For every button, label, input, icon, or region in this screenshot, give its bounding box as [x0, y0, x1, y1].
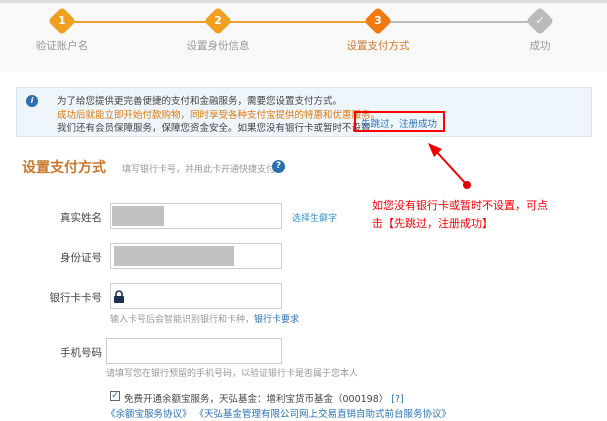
progress-steps: 1 2 3 ✓ 验证账户名 设置身份信息 设置支付方式 成功: [0, 0, 607, 72]
step-2-label: 设置身份信息: [186, 40, 250, 52]
skip-register-link[interactable]: 先跳过，注册成功: [361, 116, 437, 130]
info-line-1: 为了给您提供更完善便捷的支付和金融服务，需要您设置支付方式。: [57, 96, 343, 107]
info-box: i 为了给您提供更完善便捷的支付和金融服务，需要您设置支付方式。 成功后就能立即…: [16, 87, 592, 137]
redacted-value: [112, 206, 164, 226]
tianhong-agreement-link[interactable]: 《天弘基金管理有限公司网上交易直销自助式前台服务协议》: [195, 409, 452, 420]
step-connector: [72, 21, 209, 23]
card-requirements-link[interactable]: 银行卡要求: [254, 315, 299, 325]
step-4-label: 成功: [529, 40, 551, 52]
step-connector: [228, 21, 368, 23]
step-1-badge: 1: [47, 6, 77, 36]
agree-help-link[interactable]: [?]: [391, 394, 403, 405]
step-connector: [388, 21, 530, 23]
id-label: 身份证号: [60, 252, 102, 264]
section-title: 设置支付方式: [22, 160, 106, 176]
check-icon: ✓: [535, 14, 545, 27]
phone-input[interactable]: [106, 338, 282, 364]
info-line-3: 我们还有会员保障服务，保障您资金安全。如果您没有银行卡或暂时不设置: [57, 123, 371, 134]
redacted-value: [114, 246, 234, 266]
info-icon: i: [26, 95, 38, 107]
rare-character-link[interactable]: 选择生僻字: [292, 211, 337, 224]
phone-label: 手机号码: [60, 347, 102, 359]
card-hint: 输入卡号后会智能识别银行和卡种，: [110, 315, 255, 325]
name-input[interactable]: [110, 203, 282, 229]
info-line-2: 成功后就能立即开始付款购物，同时享受各种支付宝提供的特惠和优惠服务。: [57, 110, 381, 121]
agree-text: 免费开通余额宝服务，天弘基金：增利宝货币基金（000198）: [124, 394, 389, 405]
step-2-badge: 2: [203, 6, 233, 36]
step-3-badge: 3: [363, 6, 393, 36]
card-label: 银行卡卡号: [49, 292, 103, 304]
annotation-line-2: 击【先跳过，注册成功】: [372, 217, 493, 230]
section-subtitle: 填写银行卡号，并用此卡开通快捷支付: [122, 165, 276, 175]
step-4-badge: ✓: [525, 6, 555, 36]
agree-checkbox[interactable]: ✓: [110, 391, 120, 401]
card-input[interactable]: [110, 283, 282, 309]
phone-hint: 请填写您在银行预留的手机号码，以验证银行卡是否属于您本人: [106, 369, 359, 379]
help-icon[interactable]: ?: [272, 160, 285, 173]
lock-icon: [114, 290, 124, 303]
step-3-label: 设置支付方式: [346, 40, 410, 52]
annotation-line-1: 如您没有银行卡或暂时不设置，可点: [372, 199, 548, 212]
yuebao-agreement-link[interactable]: 《余额宝服务协议》: [106, 409, 192, 420]
name-label: 真实姓名: [60, 212, 102, 224]
id-input[interactable]: [110, 243, 282, 269]
step-1-label: 验证账户名: [35, 40, 89, 52]
annotation-arrow: [428, 143, 471, 189]
